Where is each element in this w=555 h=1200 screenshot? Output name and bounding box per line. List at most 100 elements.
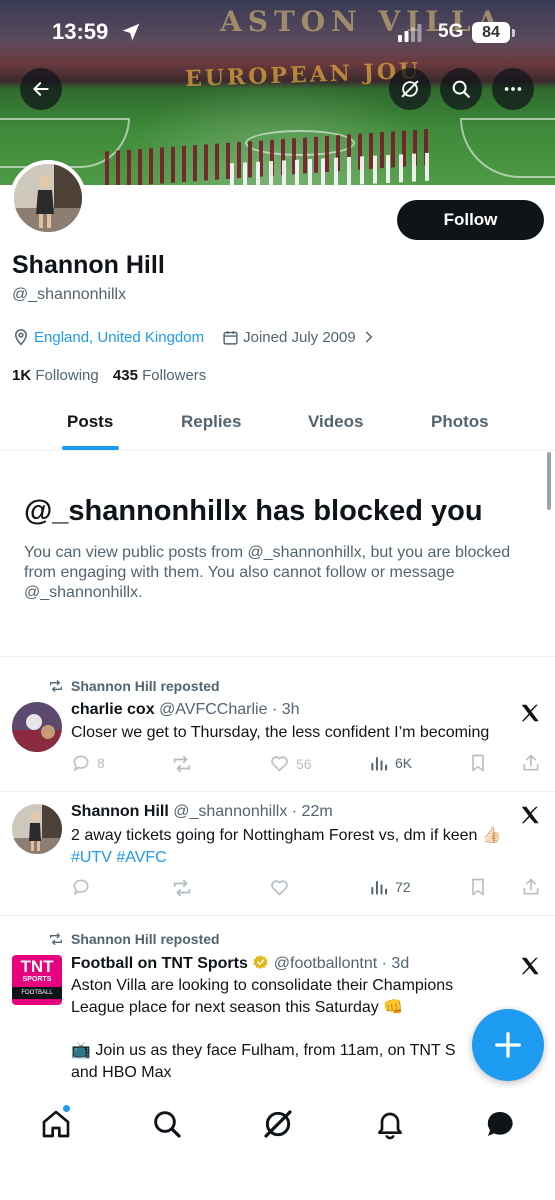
profile-tabs: Posts Replies Videos Photos	[0, 400, 555, 451]
search-icon[interactable]	[151, 1108, 183, 1140]
post-avatar[interactable]	[12, 804, 62, 854]
views-chart-icon	[371, 757, 388, 771]
post-text-line: League place for next season this Saturd…	[71, 999, 404, 1016]
grok-icon[interactable]	[262, 1108, 294, 1140]
post-handle[interactable]: @footballontnt	[274, 955, 377, 972]
followers-label: Followers	[142, 367, 207, 384]
profile-location[interactable]: England, United Kingdom	[34, 329, 204, 346]
profile-avatar[interactable]	[10, 160, 86, 236]
repost-button[interactable]	[171, 753, 193, 775]
repost-label: Shannon Hill reposted	[71, 931, 220, 947]
following-link[interactable]: 1K Following	[12, 367, 99, 384]
bookmark-button[interactable]	[468, 753, 488, 773]
tab-videos[interactable]: Videos	[308, 412, 363, 432]
reply-button[interactable]	[71, 877, 91, 897]
notification-dot	[62, 1104, 71, 1113]
heart-icon	[271, 756, 288, 772]
views-button[interactable]: 6K	[369, 753, 412, 773]
post-handle[interactable]: @_shannonhillx	[173, 803, 287, 820]
post-text-line: and HBO Max	[71, 1064, 172, 1081]
post-time: · 3h	[271, 701, 300, 718]
share-button[interactable]	[521, 877, 541, 897]
repost-icon	[173, 879, 191, 897]
bookmark-button[interactable]	[468, 877, 488, 897]
battery-level: 84	[472, 22, 510, 43]
compose-post-button[interactable]	[472, 1009, 544, 1081]
post-header: Football on TNT Sports @footballontnt · …	[71, 954, 409, 973]
followers-count: 435	[112, 367, 138, 384]
like-button[interactable]	[269, 877, 290, 898]
scrollbar[interactable]	[547, 452, 551, 510]
search-button[interactable]	[440, 68, 482, 110]
more-icon	[504, 87, 522, 91]
post-actions: 72	[71, 877, 541, 901]
post-avatar[interactable]: TNT SPORTS FOOTBALL	[12, 955, 62, 1005]
reply-icon	[73, 879, 89, 896]
back-button[interactable]	[20, 68, 62, 110]
like-button[interactable]: 56	[269, 753, 312, 774]
divider	[0, 656, 555, 657]
heart-icon	[271, 880, 288, 896]
reply-button[interactable]: 8	[71, 753, 105, 773]
post-author[interactable]: Shannon Hill	[71, 803, 169, 820]
post-time: · 3d	[381, 955, 410, 972]
view-count: 6K	[395, 755, 413, 771]
back-arrow-icon	[33, 82, 49, 96]
post-hashtags[interactable]: #UTV #AVFC	[71, 847, 167, 869]
blocked-title: @_shannonhillx has blocked you	[24, 495, 483, 527]
plus-icon	[495, 1032, 521, 1058]
post-author[interactable]: Football on TNT Sports	[71, 955, 248, 972]
post-author[interactable]: charlie cox	[71, 701, 155, 718]
avatar-logo-text: TNT	[20, 957, 54, 976]
tab-posts[interactable]: Posts	[67, 412, 113, 432]
chevron-right-icon[interactable]	[362, 330, 376, 344]
post-time: · 22m	[291, 803, 333, 820]
status-time: 13:59	[52, 19, 109, 44]
follow-stats: 1K Following 435 Followers	[12, 367, 206, 384]
profile-joined[interactable]: Joined July 2009	[243, 329, 356, 346]
profile-handle: @_shannonhillx	[12, 286, 127, 303]
chat-icon[interactable]	[484, 1108, 516, 1140]
search-icon	[452, 80, 470, 98]
x-logo-icon	[521, 957, 539, 975]
divider	[0, 791, 555, 792]
reply-count: 8	[97, 755, 105, 771]
network-type: 5G	[438, 21, 464, 42]
repost-icon	[173, 755, 191, 773]
repost-label: Shannon Hill reposted	[71, 678, 220, 694]
reply-icon	[73, 755, 89, 772]
profile-meta: England, United Kingdom Joined July 2009	[12, 328, 376, 346]
tab-photos[interactable]: Photos	[431, 412, 489, 432]
more-button[interactable]	[492, 68, 534, 110]
post-text-line: Aston Villa are looking to consolidate t…	[71, 977, 454, 994]
x-logo-icon	[521, 704, 539, 722]
views-button[interactable]: 72	[369, 877, 411, 897]
followers-link[interactable]: 435 Followers	[113, 367, 206, 384]
post-header: Shannon Hill @_shannonhillx · 22m	[71, 803, 333, 821]
following-label: Following	[35, 367, 99, 384]
following-count: 1K	[12, 367, 32, 384]
location-pin-icon	[14, 329, 28, 346]
share-icon	[523, 878, 539, 895]
repost-button[interactable]	[171, 877, 193, 899]
bell-icon[interactable]	[374, 1108, 406, 1140]
avatar-logo-footer: FOOTBALL	[12, 987, 62, 999]
share-button[interactable]	[521, 753, 541, 773]
grok-button[interactable]	[389, 68, 431, 110]
avatar-logo-subtext: SPORTS	[22, 976, 52, 983]
tab-replies[interactable]: Replies	[181, 412, 241, 432]
grok-icon	[401, 80, 419, 98]
follow-button[interactable]: Follow	[397, 200, 544, 240]
active-tab-indicator	[62, 446, 119, 450]
views-chart-icon	[371, 881, 388, 895]
post-text: 2 away tickets going for Nottingham Fore…	[71, 827, 502, 844]
verified-badge-icon	[253, 955, 268, 970]
calendar-icon	[223, 330, 238, 345]
post-text: Closer we get to Thursday, the less conf…	[71, 724, 490, 741]
post-actions: 8 56 6K	[71, 753, 541, 777]
avatar-photo	[12, 804, 62, 854]
post-handle[interactable]: @AVFCCharlie	[159, 701, 267, 718]
post-text-line: 📺 Join us as they face Fulham, from 11am…	[71, 1042, 456, 1059]
repost-indicator: Shannon Hill reposted	[48, 931, 220, 947]
post-avatar[interactable]	[12, 702, 62, 752]
